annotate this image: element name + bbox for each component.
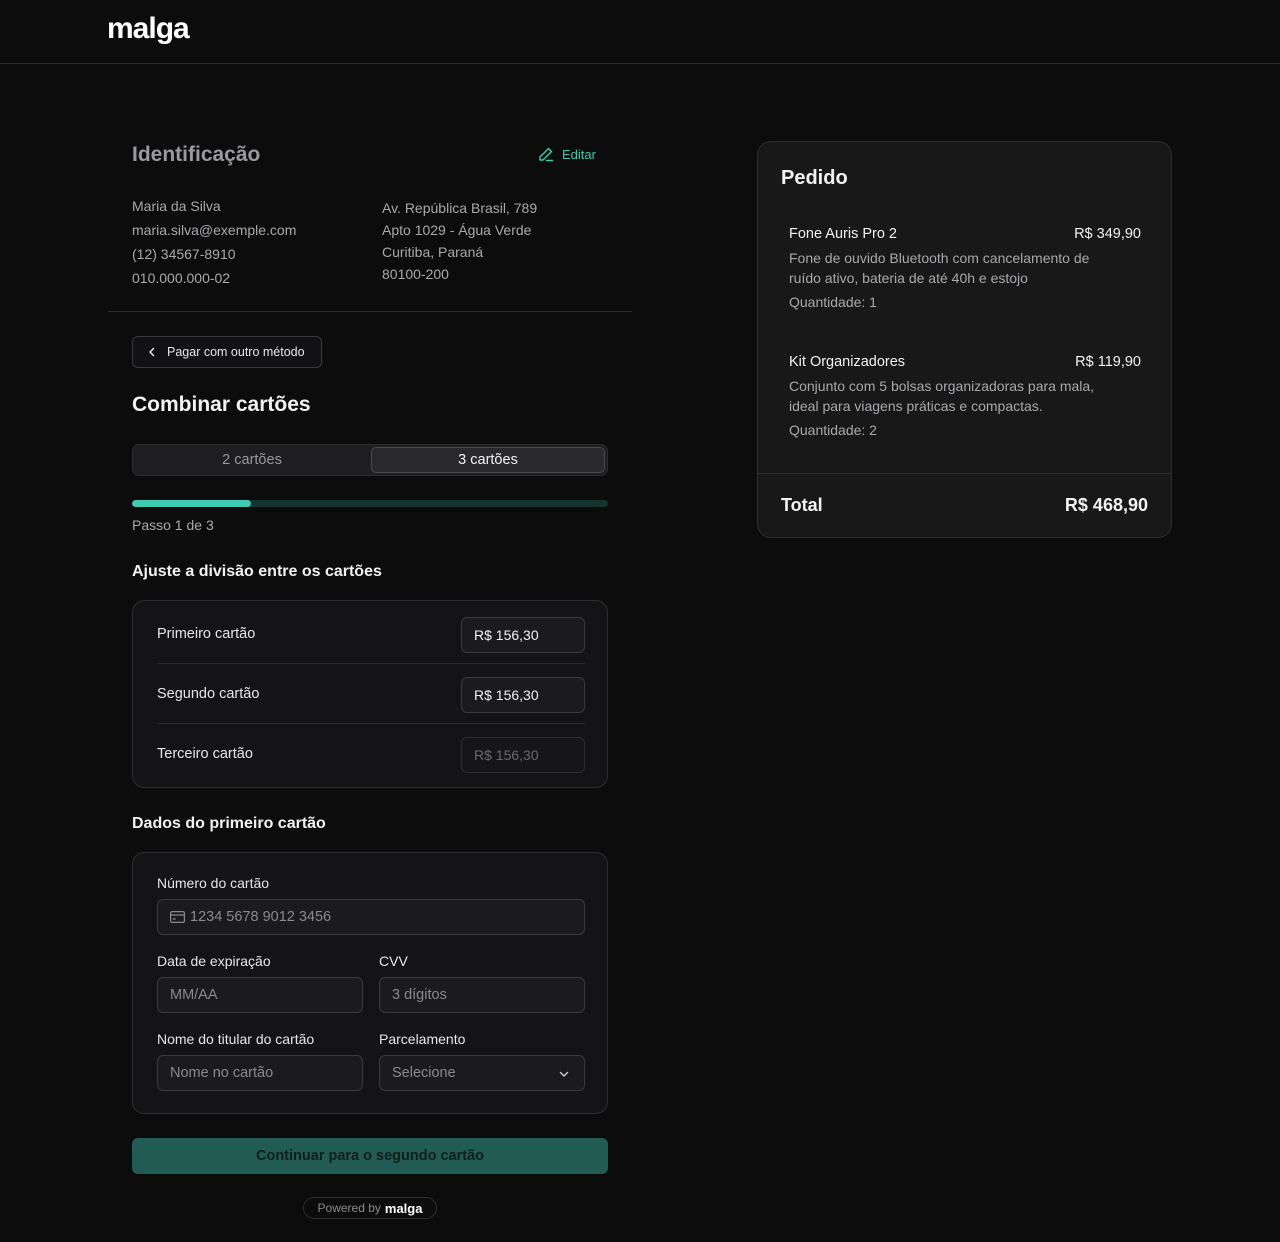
item-quantity: Quantidade: 2	[789, 422, 877, 438]
split-row-second: Segundo cartão	[157, 664, 585, 724]
split-input-second[interactable]	[461, 677, 585, 713]
option-2-cards[interactable]: 2 cartões	[135, 447, 369, 473]
item-name: Kit Organizadores	[789, 354, 906, 370]
step-indicator: Passo 1 de 3	[132, 517, 214, 533]
split-row-third: Terceiro cartão	[157, 724, 585, 784]
item-price: R$ 119,90	[1075, 354, 1141, 370]
chevron-left-icon	[149, 347, 155, 357]
item-price: R$ 349,90	[1074, 226, 1141, 242]
item-name: Fone Auris Pro 2	[789, 226, 897, 242]
powered-by-brand: malga	[384, 1200, 423, 1216]
cvv-label: CVV	[379, 953, 408, 969]
top-bar: malga	[0, 0, 1280, 64]
holder-label: Nome do titular do cartão	[157, 1031, 315, 1047]
split-input-first[interactable]	[461, 617, 585, 653]
expiry-input[interactable]: MM/AA	[157, 977, 363, 1013]
divider	[108, 311, 632, 312]
installments-label: Parcelamento	[379, 1031, 466, 1047]
expiry-placeholder: MM/AA	[170, 987, 218, 1003]
edit-button[interactable]: Editar	[538, 146, 596, 162]
customer-document: 010.000.000-02	[132, 270, 231, 286]
holder-input[interactable]: Nome no cartão	[157, 1055, 363, 1091]
split-label-third: Terceiro cartão	[157, 746, 253, 762]
cvv-input[interactable]: 3 dígitos	[379, 977, 585, 1013]
cvv-placeholder: 3 dígitos	[392, 987, 447, 1003]
divider	[758, 473, 1171, 474]
split-card: Primeiro cartão Segundo cartão Terceiro …	[132, 600, 608, 788]
address-line1: Av. República Brasil, 789	[382, 200, 538, 216]
customer-name: Maria da Silva	[132, 198, 221, 214]
other-method-label: Pagar com outro método	[167, 345, 305, 359]
card-number-input[interactable]: 1234 5678 9012 3456	[157, 899, 585, 935]
step-progress-bar	[132, 500, 608, 507]
address-line2: Apto 1029 - Água Verde	[382, 222, 532, 238]
customer-email: maria.silva@exemple.com	[132, 222, 297, 238]
other-method-button[interactable]: Pagar com outro método	[132, 336, 322, 368]
card-form: Número do cartão 1234 5678 9012 3456 Dat…	[132, 852, 608, 1114]
customer-info: Maria da Silva maria.silva@exemple.com (…	[132, 194, 296, 290]
cards-count-toggle: 2 cartões 3 cartões	[132, 444, 608, 476]
powered-by-badge[interactable]: Powered by malga	[303, 1197, 437, 1219]
split-input-third	[461, 737, 585, 773]
customer-address: Av. República Brasil, 789 Apto 1029 - Ág…	[382, 197, 537, 285]
chevron-down-icon	[559, 1071, 569, 1077]
item-description: Fone de ouvido Bluetooth com cancelament…	[789, 250, 1090, 286]
identification-title: Identificação	[132, 143, 261, 166]
card-number-placeholder: 1234 5678 9012 3456	[190, 909, 332, 925]
installments-select[interactable]: Selecione	[379, 1055, 585, 1091]
holder-placeholder: Nome no cartão	[170, 1065, 274, 1081]
order-title: Pedido	[781, 167, 848, 189]
split-label-second: Segundo cartão	[157, 686, 260, 702]
powered-by-prefix: Powered by	[317, 1201, 381, 1215]
total-value: R$ 468,90	[1064, 495, 1148, 515]
installments-value: Selecione	[392, 1065, 456, 1081]
address-city-state: Curitiba, Paraná	[382, 244, 484, 260]
expiry-label: Data de expiração	[157, 953, 271, 969]
option-3-cards[interactable]: 3 cartões	[371, 447, 605, 473]
card-number-label: Número do cartão	[157, 875, 270, 891]
customer-phone: (12) 34567-8910	[132, 246, 236, 262]
credit-card-icon	[170, 911, 185, 923]
malga-logo[interactable]: malga	[107, 12, 190, 46]
continue-button[interactable]: Continuar para o segundo cartão	[132, 1138, 608, 1174]
pencil-icon	[539, 147, 554, 162]
split-row-first: Primeiro cartão	[157, 604, 585, 664]
split-label-first: Primeiro cartão	[157, 626, 256, 642]
total-label: Total	[781, 495, 823, 515]
split-title: Ajuste a divisão entre os cartões	[132, 563, 382, 580]
address-zip: 80100-200	[382, 266, 449, 282]
edit-label: Editar	[562, 146, 596, 162]
card-form-title: Dados do primeiro cartão	[132, 815, 326, 832]
combine-cards-title: Combinar cartões	[132, 393, 311, 416]
item-quantity: Quantidade: 1	[789, 294, 877, 310]
item-description: Conjunto com 5 bolsas organizadoras para…	[789, 378, 1095, 414]
step-progress-fill	[132, 500, 251, 507]
order-summary: Pedido Fone Auris Pro 2 R$ 349,90 Fone d…	[757, 141, 1172, 538]
